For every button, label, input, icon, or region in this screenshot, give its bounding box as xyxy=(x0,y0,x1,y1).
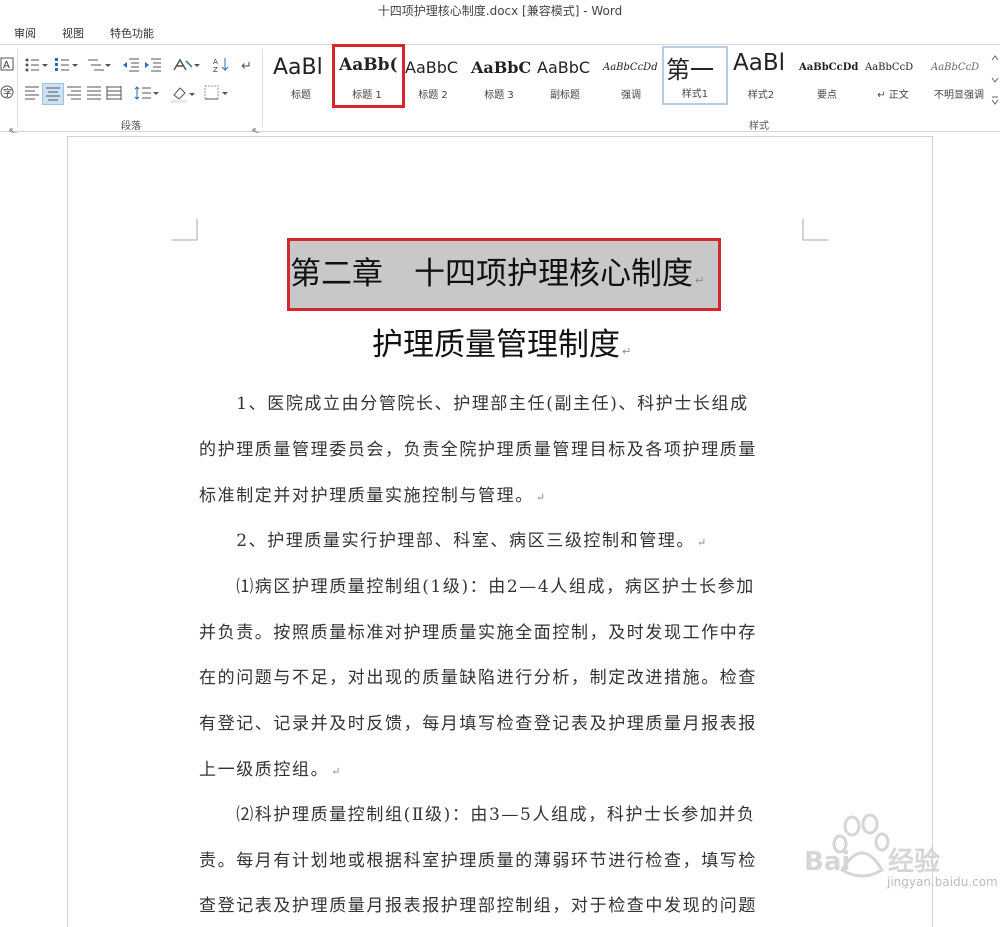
tab-review[interactable]: 审阅 xyxy=(14,25,36,41)
tab-special-features[interactable]: 特色功能 xyxy=(110,25,154,41)
line-spacing-icon[interactable] xyxy=(134,85,159,103)
svg-text:字: 字 xyxy=(3,87,12,99)
font-dialog-launcher-icon[interactable] xyxy=(9,121,17,136)
justify-icon[interactable] xyxy=(86,85,104,103)
style-subtle-emphasis[interactable]: AaBbCcD 不明显强调 xyxy=(926,46,992,105)
chinese-layout-icon[interactable] xyxy=(172,57,200,75)
watermark-text: jingyan.baidu.com xyxy=(887,875,998,889)
decrease-indent-icon[interactable] xyxy=(122,57,140,75)
body-line[interactable]: 标准制定并对护理质量实施控制与管理。 ↵ xyxy=(199,481,804,506)
ribbon-tab-bar: 审阅 视图 特色功能 xyxy=(0,22,1000,44)
numbering-icon[interactable] xyxy=(54,57,78,75)
paragraph-mark: ↵ xyxy=(622,345,632,358)
body-line[interactable]: ⑵科护理质量控制组(Ⅱ级)：由3—5人组成，科护士长参加并负 xyxy=(199,800,804,825)
section-heading-text: 护理质量管理制度 xyxy=(372,327,620,363)
paragraph-mark: ↵ xyxy=(697,536,708,549)
crop-mark-top-left xyxy=(172,219,198,241)
gallery-scroll-down-icon[interactable] xyxy=(990,71,1000,91)
style-custom-2[interactable]: AaBl 样式2 xyxy=(728,46,794,105)
multilevel-list-icon[interactable] xyxy=(86,57,111,75)
body-line[interactable]: 责。每月有计划地或根据科室护理质量的薄弱环节进行检查，填写检 xyxy=(199,846,804,871)
increase-indent-icon[interactable] xyxy=(144,57,162,75)
body-line[interactable]: 在的问题与不足，对出现的质量缺陷进行分析，制定改进措施。检查 xyxy=(199,663,804,688)
svg-text:A: A xyxy=(3,60,10,71)
section-heading[interactable]: 护理质量管理制度 ↵ xyxy=(372,323,631,374)
body-line[interactable]: 查登记表及护理质量月报表报护理部控制组，对于检查中发现的问题 xyxy=(199,891,804,916)
svg-text:↵: ↵ xyxy=(241,59,252,73)
chapter-heading-callout xyxy=(287,238,721,311)
style-heading-2[interactable]: AaBbC 标题 2 xyxy=(400,46,466,105)
sort-icon[interactable]: AZ xyxy=(212,57,230,75)
svg-text:经验: 经验 xyxy=(888,846,940,877)
styles-group-label: 样式 xyxy=(749,121,769,132)
heading1-style-callout xyxy=(332,44,405,108)
baidu-watermark-logo: 经验 Bai xyxy=(790,812,960,912)
enclose-characters-icon[interactable]: 字 xyxy=(0,85,18,103)
svg-text:Bai: Bai xyxy=(804,847,850,877)
bullets-icon[interactable] xyxy=(24,57,48,75)
style-key-point[interactable]: AaBbCcDd 要点 xyxy=(794,46,860,105)
align-center-icon[interactable] xyxy=(42,83,64,105)
style-title[interactable]: AaBl 标题 xyxy=(268,46,334,105)
body-line[interactable]: 并负责。按照质量标准对护理质量实施全面控制，及时发现工作中存 xyxy=(199,618,804,643)
style-heading-3[interactable]: AaBbC 标题 3 xyxy=(466,46,532,105)
distributed-icon[interactable] xyxy=(106,85,124,103)
paragraph-group-label: 段落 xyxy=(121,121,141,132)
paragraph-mark: ↵ xyxy=(535,491,547,504)
paragraph-mark: ↵ xyxy=(331,765,343,778)
align-left-icon[interactable] xyxy=(24,85,42,103)
show-hide-marks-icon[interactable]: ↵ xyxy=(240,57,258,75)
style-emphasis[interactable]: AaBbCcDd 强调 xyxy=(598,46,664,105)
ribbon: A 字 AZ ↵ 段落 AaBl 标题 AaBb(标题 1 AaBbC 标题 … xyxy=(0,44,1000,136)
text-effects-icon[interactable]: A xyxy=(0,57,18,75)
body-line[interactable]: 上一级质控组。 ↵ xyxy=(199,755,804,780)
window-title: 十四项护理核心制度.docx [兼容模式] - Word xyxy=(0,0,1000,22)
svg-text:Z: Z xyxy=(213,66,218,73)
paragraph-dialog-launcher-icon[interactable] xyxy=(252,121,260,136)
style-normal[interactable]: AaBbCcD ↵ 正文 xyxy=(860,46,926,105)
crop-mark-top-right xyxy=(802,219,828,241)
gallery-scroll-up-icon[interactable] xyxy=(990,49,1000,69)
body-line[interactable]: 的护理质量管理委员会，负责全院护理质量管理目标及各项护理质量 xyxy=(199,435,804,460)
svg-text:A: A xyxy=(213,58,218,66)
gallery-more-icon[interactable] xyxy=(990,91,1000,111)
body-line[interactable]: 1、医院成立由分管院长、护理部主任(副主任)、科护士长组成 xyxy=(199,389,804,414)
shading-icon[interactable] xyxy=(170,85,195,103)
style-custom-1[interactable]: 第一 样式1 xyxy=(662,46,728,105)
body-line[interactable]: 有登记、记录并及时反馈，每月填写检查登记表及护理质量月报表报 xyxy=(199,709,804,734)
borders-icon[interactable] xyxy=(204,85,228,103)
tab-view[interactable]: 视图 xyxy=(62,25,84,41)
body-line[interactable]: 2、护理质量实行护理部、科室、病区三级控制和管理。 ↵ xyxy=(199,526,804,551)
align-right-icon[interactable] xyxy=(66,85,84,103)
body-line[interactable]: ⑴病区护理质量控制组(1级)：由2—4人组成，病区护士长参加 xyxy=(199,572,804,597)
style-subtitle[interactable]: AaBbC 副标题 xyxy=(532,46,598,105)
